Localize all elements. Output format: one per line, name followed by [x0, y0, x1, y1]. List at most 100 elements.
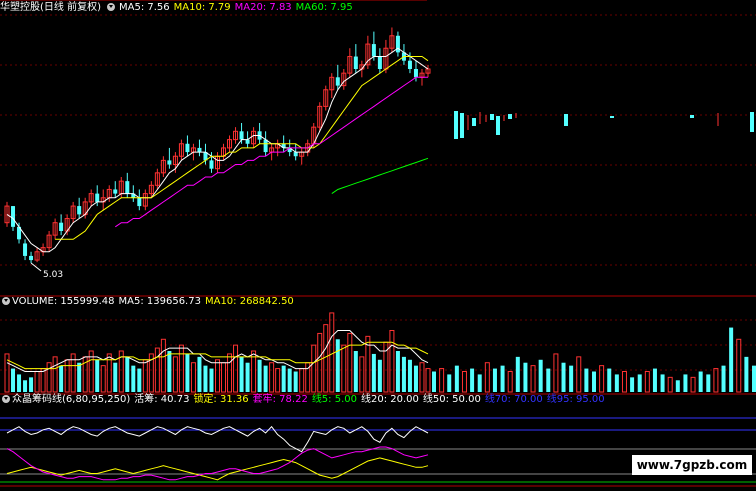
- candle-body: [113, 189, 118, 194]
- volume-bar: [637, 374, 642, 392]
- volume-bar: [185, 353, 190, 392]
- volume-bar: [95, 359, 100, 392]
- volume-bar: [40, 368, 46, 393]
- candle-body: [137, 197, 142, 207]
- volume-bar: [630, 377, 635, 392]
- volume-bar: [667, 376, 673, 393]
- candle-body: [59, 222, 64, 231]
- volume-bar: [492, 368, 497, 392]
- volume-bar: [395, 351, 400, 392]
- volume-bar: [614, 374, 619, 392]
- volume-bar: [621, 371, 627, 393]
- indicator-label: 套牢: 78.22: [252, 394, 308, 405]
- chips-lock-line: [6, 457, 429, 481]
- indicator-menu-icon[interactable]: [106, 3, 115, 11]
- volume-bar: [329, 312, 335, 393]
- volume-bar: [17, 374, 22, 392]
- volume-bar: [419, 362, 425, 393]
- volume-bar: [52, 356, 58, 393]
- candle-body: [11, 206, 16, 227]
- volume-bar: [713, 368, 719, 393]
- volume-bar: [470, 368, 475, 392]
- candle-body: [377, 56, 382, 69]
- indicator-label: 线70: 70.00: [484, 394, 543, 405]
- volume-bar: [744, 356, 749, 392]
- volume-bar: [335, 339, 340, 392]
- volume-bar: [690, 376, 696, 393]
- volume-bar: [4, 353, 10, 393]
- volume-bar: [432, 371, 436, 392]
- volume-bar: [263, 365, 268, 392]
- chips-trap-line: [6, 446, 429, 481]
- indicator-label: MA60: 7.95: [295, 2, 353, 13]
- candle-body: [239, 131, 244, 140]
- volume-bar: [706, 374, 711, 392]
- volume-ma10-line: [6, 341, 429, 370]
- indicator-menu-icon[interactable]: [2, 395, 10, 403]
- volume-bar: [203, 365, 208, 392]
- volume-bar: [167, 351, 172, 392]
- volume-bar: [546, 368, 551, 392]
- volume-bar: [683, 374, 688, 392]
- indicator-label: 线95: 95.00: [546, 394, 605, 405]
- volume-bar: [576, 356, 582, 393]
- volume-bar: [215, 359, 220, 393]
- volume-bar: [447, 374, 452, 392]
- low-marker-arrow: [30, 262, 42, 272]
- volume-bar: [299, 368, 305, 393]
- volume-bar: [553, 353, 559, 393]
- chart-canvas[interactable]: 5.03: [0, 0, 756, 487]
- volume-bar: [359, 356, 365, 393]
- volume-bar: [407, 359, 412, 392]
- volume-bar: [389, 330, 395, 393]
- candle-body: [293, 152, 298, 157]
- volume-bar: [257, 359, 262, 392]
- volume-bar: [293, 371, 298, 392]
- volume-bar: [736, 338, 742, 393]
- indicator-label: MA5: 139656.73: [118, 296, 201, 307]
- volume-bar: [599, 365, 605, 393]
- candle-body: [371, 44, 376, 57]
- candle-body: [125, 181, 130, 194]
- volume-bar: [239, 356, 244, 392]
- volume-bar: [477, 374, 482, 392]
- indicator-menu-icon[interactable]: [2, 297, 10, 305]
- indicator-label: MA10: 268842.50: [204, 296, 294, 307]
- volume-bar: [584, 368, 589, 392]
- volume-bar: [652, 368, 657, 392]
- volume-bar: [197, 356, 202, 392]
- candle-body: [335, 77, 340, 86]
- volume-bar: [425, 368, 431, 393]
- volume-bar: [64, 359, 70, 393]
- volume-bar: [11, 368, 16, 392]
- volume-bar: [287, 368, 292, 392]
- volume-bar: [592, 371, 596, 392]
- volume-bar: [461, 371, 467, 393]
- candle-body: [29, 255, 34, 261]
- volume-bar: [221, 362, 227, 393]
- stock-chart-window[interactable]: 5.03 华塑控股(日线 前复权) MA5: 7.56 MA10: 7.79 MA20…: [0, 0, 756, 487]
- candle-body: [407, 60, 412, 69]
- volume-bar: [190, 362, 196, 393]
- volume-bar: [29, 377, 34, 392]
- indicator-label: 锁定: 31.36: [193, 394, 249, 405]
- candle-body: [353, 56, 358, 69]
- volume-bar: [607, 368, 612, 392]
- volume-bar: [311, 344, 317, 393]
- indicator-label: VOLUME: 155999.48: [12, 296, 115, 307]
- volume-bar: [569, 365, 574, 392]
- volume-bar: [721, 365, 726, 392]
- volume-bar: [439, 368, 445, 393]
- volume-bar: [523, 362, 528, 392]
- volume-bar: [77, 362, 82, 392]
- volume-bar: [160, 338, 166, 393]
- volume-bar: [269, 362, 275, 393]
- volume-bar: [59, 365, 64, 392]
- indicator-label: 线20: 20.00: [361, 394, 419, 405]
- indicator-label: 线50: 50.00: [422, 394, 481, 405]
- indicator-label: 活筹: 40.73: [134, 394, 190, 405]
- volume-bar: [413, 365, 418, 392]
- volume-bar: [377, 359, 382, 392]
- volume-bar: [178, 344, 184, 393]
- ma60-line: [331, 157, 429, 195]
